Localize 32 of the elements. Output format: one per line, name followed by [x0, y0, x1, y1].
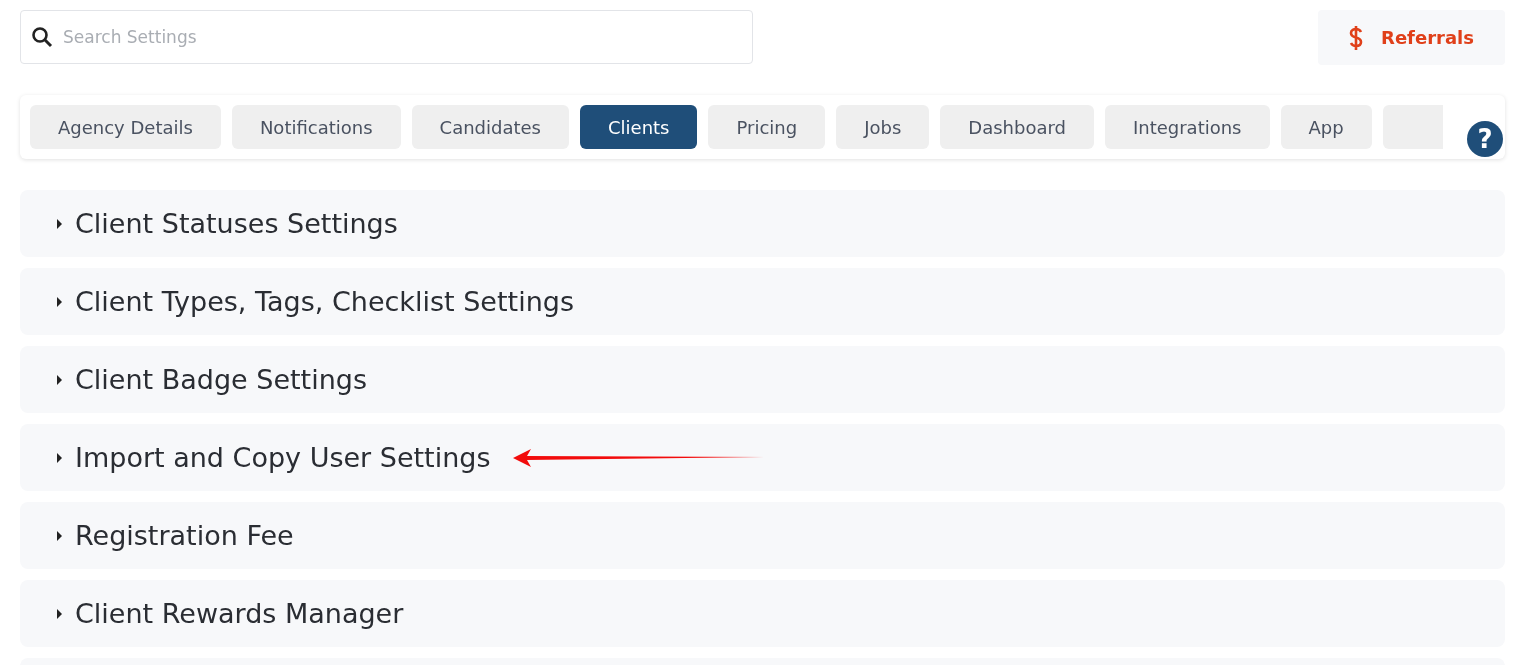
- search-field[interactable]: Search Settings: [20, 10, 753, 64]
- referrals-button[interactable]: Referrals: [1318, 10, 1505, 65]
- tab[interactable]: Pricing: [708, 105, 826, 149]
- caret-right-icon: [56, 373, 63, 386]
- caret-right-icon: [56, 529, 63, 542]
- accordion-header[interactable]: Registration Fee: [20, 502, 1505, 569]
- accordion-header[interactable]: Client Rewards Manager: [20, 580, 1505, 647]
- section-title: Client Types, Tags, Checklist Settings: [75, 286, 574, 317]
- tab[interactable]: Integrations: [1104, 105, 1270, 149]
- tab[interactable]: Jobs: [836, 105, 930, 149]
- tab[interactable]: Notifications: [231, 105, 401, 149]
- caret-right-icon: [56, 217, 63, 230]
- accordion-header[interactable]: Import and Copy User Settings: [20, 424, 1505, 491]
- tab[interactable]: Candidates: [411, 105, 569, 149]
- tab[interactable]: Dashboard: [940, 105, 1094, 149]
- section-title: Registration Fee: [75, 520, 294, 551]
- section-title: Client Badge Settings: [75, 364, 368, 395]
- caret-right-icon: [56, 607, 63, 620]
- dollar-icon: [1349, 24, 1364, 51]
- caret-right-icon: [56, 295, 63, 308]
- accordion-header[interactable]: Client Statuses Settings: [20, 190, 1505, 257]
- tab[interactable]: Clients: [580, 105, 698, 149]
- tab[interactable]: Agency Details: [30, 105, 221, 149]
- tab[interactable]: App: [1280, 105, 1372, 149]
- section-title: Client Rewards Manager: [75, 598, 404, 629]
- section-title: Client Statuses Settings: [75, 208, 398, 239]
- search-icon: [30, 25, 54, 49]
- caret-right-icon: [56, 451, 63, 464]
- help-button[interactable]: ?: [1467, 121, 1503, 157]
- section-title: Import and Copy User Settings: [75, 442, 491, 473]
- accordion-header[interactable]: Client Badge Settings: [20, 346, 1505, 413]
- accordion-header[interactable]: Client Types, Tags, Checklist Settings: [20, 268, 1505, 335]
